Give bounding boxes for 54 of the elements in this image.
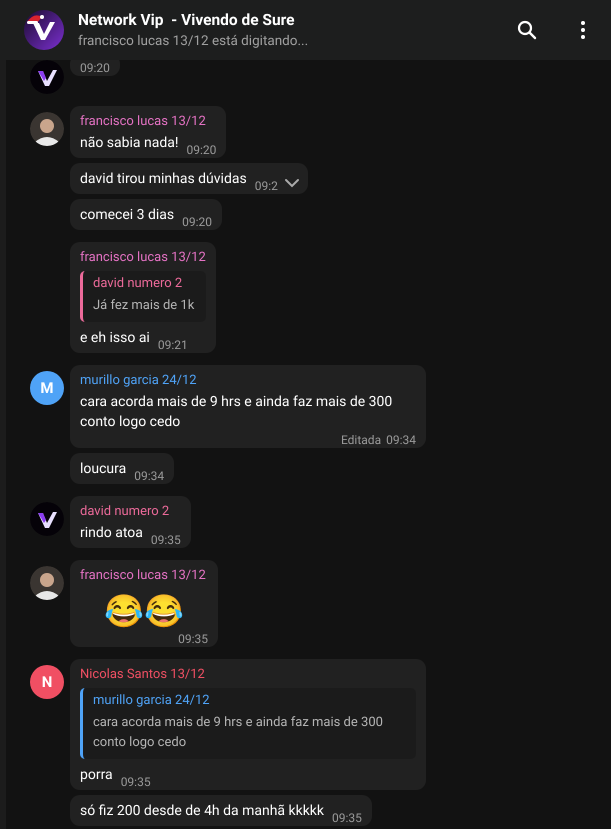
reply-quote[interactable]: murillo garcia 24/12 cara acorda mais de 9 hrs e ainda faz mais de 300 conto logo cedo	[80, 688, 416, 759]
user-avatar[interactable]	[30, 566, 64, 600]
message-time: 09:34	[386, 432, 416, 448]
sender-name[interactable]: Nicolas Santos 13/12	[80, 667, 205, 682]
message-time: 09:35	[120, 774, 151, 790]
message-bubble[interactable]: só fiz 200 desde de 4h da manhã kkkkk 09:35	[70, 795, 372, 826]
message-bubble[interactable]: comecei 3 dias 09:20	[70, 199, 222, 230]
message-text: rindo atoa	[80, 524, 143, 543]
message-text: porra	[80, 766, 113, 785]
edited-label: Editada	[340, 432, 382, 448]
message-bubble[interactable]: francisco lucas 13/12 não sabia nada! 09:20	[70, 106, 226, 158]
message-text: loucura	[80, 460, 126, 479]
user-avatar[interactable]	[30, 60, 64, 94]
message-time: 09:20	[186, 142, 216, 158]
message-bubble[interactable]: murillo garcia 24/12 cara acorda mais de 9 hrs e ainda faz mais de 300 conto logo cedo Editada 09:34	[70, 365, 426, 448]
sender-name[interactable]: francisco lucas 13/12	[80, 250, 206, 265]
message-bubble[interactable]: david tirou minhas dúvidas 09:2	[70, 163, 308, 194]
message-time: 09:20	[182, 214, 212, 230]
message-text: david tirou minhas dúvidas	[80, 170, 247, 189]
user-avatar[interactable]	[30, 112, 64, 146]
typing-status: francisco lucas 13/12 está digitando...	[78, 33, 310, 49]
quoted-sender: david numero 2	[93, 276, 184, 291]
sender-name[interactable]: francisco lucas 13/12	[80, 114, 206, 129]
message-bubble[interactable]: loucura 09:34	[70, 453, 174, 484]
message-bubble[interactable]: Nicolas Santos 13/12 murillo garcia 24/12 cara acorda mais de 9 hrs e ainda faz mais de 300 conto logo cedo porra 09:35	[70, 659, 426, 790]
message-time: 09:21	[158, 337, 188, 353]
chat-title: Network Vip - Vivendo de Sure	[78, 11, 296, 29]
sender-name[interactable]: francisco lucas 13/12	[80, 568, 206, 583]
message-time: 09:35	[150, 532, 181, 548]
sender-name[interactable]: murillo garcia 24/12	[80, 373, 197, 388]
quoted-text: Já fez mais de 1k	[93, 297, 196, 315]
message-text: e eh isso ai	[80, 329, 150, 348]
message-text: não sabia nada!	[80, 134, 178, 153]
message-time: 09:35	[332, 810, 362, 826]
message-text: comecei 3 dias	[80, 206, 174, 225]
quoted-sender: murillo garcia 24/12	[93, 693, 211, 708]
sender-name[interactable]: david numero 2	[80, 504, 170, 519]
message-text: só fiz 200 desde de 4h da manhã kkkkk	[80, 802, 324, 821]
user-avatar[interactable]	[30, 502, 64, 536]
message-time: 09:34	[134, 468, 164, 484]
message-bubble[interactable]: francisco lucas 13/12 😂😂 09:35	[70, 560, 218, 647]
emoji-message: 😂😂	[103, 591, 185, 631]
message-time: 09:35	[178, 631, 208, 647]
quoted-text: cara acorda mais de 9 hrs e ainda faz mais de 300 conto logo cedo	[93, 714, 384, 752]
user-avatar[interactable]: N	[30, 665, 64, 699]
message-time: 09:2	[254, 178, 278, 194]
message-time: 09:20	[80, 60, 110, 76]
message-text: cara acorda mais de 9 hrs e ainda faz mais de 300 conto logo cedo	[80, 393, 394, 432]
group-avatar[interactable]	[24, 10, 64, 50]
search-icon[interactable]	[515, 18, 539, 42]
message-bubble[interactable]: 09:20	[70, 60, 120, 76]
reply-quote[interactable]: david numero 2 Já fez mais de 1k	[80, 271, 206, 322]
message-bubble[interactable]: francisco lucas 13/12 david numero 2 Já fez mais de 1k e eh isso ai 09:21	[70, 242, 216, 353]
message-bubble[interactable]: david numero 2 rindo atoa 09:35	[70, 496, 191, 548]
